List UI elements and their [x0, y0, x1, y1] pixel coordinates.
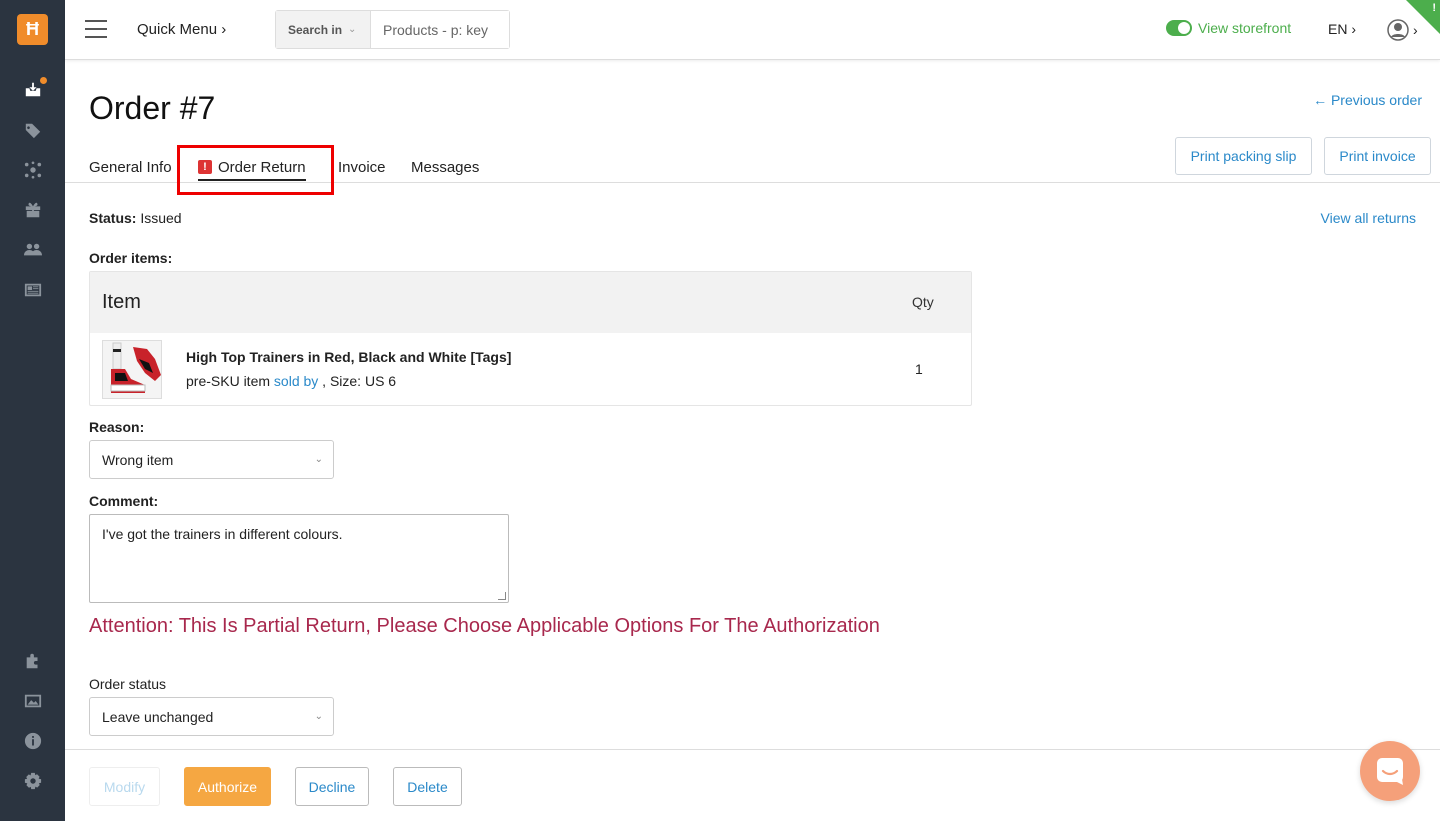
chat-widget-button[interactable]: [1360, 741, 1420, 801]
search-input[interactable]: [371, 11, 509, 48]
chat-icon: [1377, 758, 1403, 785]
sidebar: Ħ: [0, 0, 65, 821]
status-value: Issued: [140, 210, 182, 226]
product-size: , Size: US 6: [322, 373, 397, 389]
network-icon[interactable]: [22, 159, 44, 181]
product-meta: pre-SKU item sold by , Size: US 6: [186, 373, 396, 389]
main-content: Order #7 ← Previous order Print packing …: [65, 60, 1440, 749]
storefront-toggle[interactable]: [1166, 20, 1192, 36]
column-item: Item: [102, 291, 141, 313]
product-thumbnail[interactable]: [102, 340, 162, 399]
order-items-table: Item Qty High Top Trainers in Red, Black…: [89, 271, 972, 406]
previous-order-link[interactable]: ← Previous order: [1313, 92, 1422, 108]
chevron-down-icon: ⌄: [348, 24, 357, 35]
view-storefront[interactable]: View storefront: [1166, 20, 1291, 36]
chevron-down-icon: ⌄: [314, 454, 323, 465]
alert-icon: !: [1432, 2, 1436, 14]
gear-icon[interactable]: [22, 770, 44, 792]
chevron-down-icon: ⌄: [314, 711, 323, 722]
order-status-select[interactable]: Leave unchanged ⌄: [89, 697, 334, 736]
modify-button[interactable]: Modify: [89, 767, 160, 806]
product-qty: 1: [915, 361, 923, 377]
return-status: Status: Issued: [89, 210, 182, 226]
product-sku: pre-SKU item: [186, 373, 271, 389]
comment-text: I've got the trainers in different colou…: [102, 526, 343, 542]
action-footer: Modify Authorize Decline Delete: [65, 749, 1440, 821]
column-qty: Qty: [912, 294, 934, 310]
gift-icon[interactable]: [22, 199, 44, 221]
view-all-returns-link[interactable]: View all returns: [1321, 210, 1416, 226]
hamburger-menu-icon[interactable]: [85, 20, 107, 38]
partial-return-notice: Attention: This Is Partial Return, Pleas…: [89, 615, 880, 637]
tab-highlight-box: [177, 145, 334, 195]
image-icon[interactable]: [22, 690, 44, 712]
search-in-dropdown[interactable]: Search in ⌄: [276, 11, 371, 48]
tab-general-info[interactable]: General Info: [89, 159, 172, 176]
page-title: Order #7: [89, 90, 216, 126]
language-selector[interactable]: EN ›: [1328, 21, 1356, 37]
status-label: Status:: [89, 210, 137, 226]
tab-messages[interactable]: Messages: [411, 159, 479, 176]
info-icon[interactable]: [22, 730, 44, 752]
puzzle-icon[interactable]: [22, 650, 44, 672]
users-icon[interactable]: [22, 239, 44, 261]
search-in-label: Search in: [288, 22, 343, 37]
order-items-label: Order items:: [89, 250, 173, 266]
delete-button[interactable]: Delete: [393, 767, 462, 806]
reason-label: Reason:: [89, 419, 145, 435]
table-header: Item Qty: [90, 272, 971, 333]
topbar: Quick Menu › Search in⌄ View storefront …: [65, 0, 1440, 60]
decline-button[interactable]: Decline: [295, 767, 369, 806]
quick-menu[interactable]: Quick Menu ›: [137, 21, 226, 38]
order-status-value: Leave unchanged: [102, 708, 214, 725]
tab-invoice[interactable]: Invoice: [338, 159, 386, 176]
tags-icon[interactable]: [22, 119, 44, 141]
product-name: High Top Trainers in Red, Black and Whit…: [186, 349, 512, 365]
comment-textarea[interactable]: I've got the trainers in different colou…: [89, 514, 509, 603]
order-status-label: Order status: [89, 676, 167, 692]
resize-handle-icon[interactable]: [498, 592, 506, 600]
search-box: Search in ⌄: [275, 10, 510, 49]
logo[interactable]: Ħ: [17, 14, 48, 45]
storefront-label: View storefront: [1198, 20, 1292, 36]
comment-label: Comment:: [89, 493, 159, 509]
sold-by-link[interactable]: sold by: [274, 373, 318, 389]
news-icon[interactable]: [22, 279, 44, 301]
reason-value: Wrong item: [102, 451, 174, 468]
orders-icon[interactable]: [22, 77, 47, 101]
reason-select[interactable]: Wrong item ⌄: [89, 440, 334, 479]
authorize-button[interactable]: Authorize: [184, 767, 271, 806]
table-row: High Top Trainers in Red, Black and Whit…: [90, 333, 971, 406]
